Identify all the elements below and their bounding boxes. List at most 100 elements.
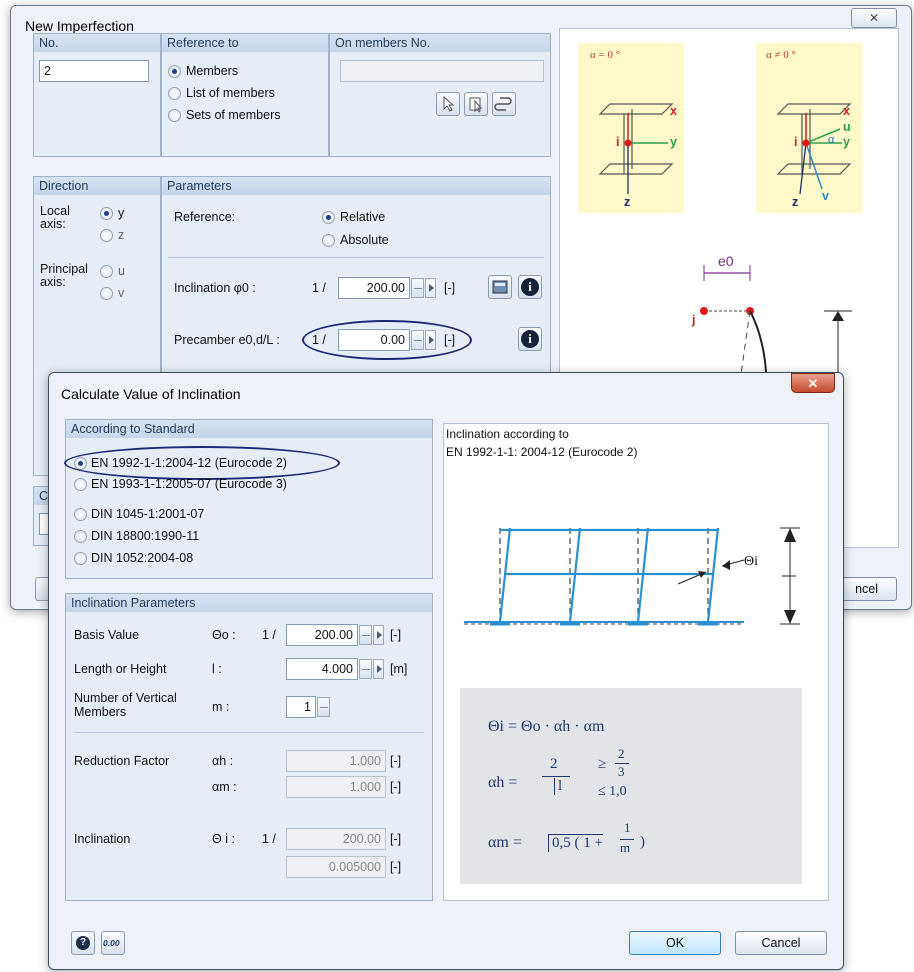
axis-alpha-right: α [828, 134, 835, 146]
close-button[interactable]: ✕ [791, 373, 835, 393]
inclination-arrow[interactable] [425, 278, 436, 298]
theta-i-figure-label: Θi [744, 554, 758, 569]
link-icon [494, 97, 512, 111]
radio-relative[interactable] [322, 211, 335, 224]
vertical-members-label: Number of Vertical Members [74, 691, 177, 719]
axis-u-right: u [843, 120, 851, 134]
radio-list-label: List of members [186, 86, 275, 100]
close-button[interactable]: ✕ [851, 8, 897, 28]
radio-din1052[interactable] [74, 552, 87, 565]
help-icon: ? [76, 936, 90, 950]
radio-sets-of-members[interactable] [168, 109, 181, 122]
alpha-m-expr: 0,5 ( 1 + [548, 834, 603, 852]
length-input[interactable]: 4.000 [286, 658, 358, 680]
alpha-m-close: ) [640, 834, 645, 850]
axis-y-left: y [670, 135, 677, 149]
calculate-inclination-button[interactable] [488, 275, 512, 299]
alpha-h-le: ≤ 1,0 [598, 784, 627, 799]
front-dialog-title: Calculate Value of Inclination [61, 386, 241, 402]
select-member-button[interactable] [464, 92, 488, 116]
length-unit: [m] [390, 662, 408, 676]
standard-group: According to Standard EN 1992-1-1:2004-1… [64, 419, 433, 579]
reference-group-header: Reference to [162, 34, 328, 52]
radio-din1045[interactable] [74, 508, 87, 521]
din18800-label: DIN 18800:1990-11 [91, 529, 200, 543]
zero-values-icon: 0.00 [103, 938, 120, 948]
formula-box: Θi = Θo · αh · αm αh = 2 l ≥ 2 3 ≤ 1,0 α… [460, 688, 802, 884]
radio-members[interactable] [168, 65, 181, 78]
axis-z-right: z [792, 195, 799, 209]
radio-principal-v[interactable] [100, 287, 113, 300]
calculator-icon [492, 280, 508, 294]
ok-button[interactable]: OK [629, 931, 721, 955]
basis-value-input[interactable]: 200.00 [286, 624, 358, 646]
info-icon: i [521, 278, 539, 296]
theta-i-decimal-output: 0.005000 [286, 856, 386, 878]
axis-v-right: v [822, 189, 829, 203]
params-separator [74, 732, 424, 733]
on-members-group: On members No. [329, 33, 551, 157]
inclination-info-button[interactable]: i [518, 275, 542, 299]
basis-value-label: Basis Value [74, 628, 140, 642]
help-button[interactable]: ? [71, 931, 95, 955]
length-arrow[interactable] [373, 659, 384, 679]
precamber-info-button[interactable]: i [518, 327, 542, 351]
radio-local-z[interactable] [100, 229, 113, 242]
alpha-h-symbol: αh : [212, 754, 234, 768]
basis-arrow[interactable] [373, 625, 384, 645]
radio-members-label: Members [186, 64, 239, 78]
alpha-h-unit: [-] [390, 754, 402, 768]
radio-en1993[interactable] [74, 478, 87, 491]
axis-y-right: y [843, 135, 850, 149]
zero-values-button[interactable]: 0.00 [101, 931, 125, 955]
alpha-h-output: 1.000 [286, 750, 386, 772]
node-i-left: i [616, 135, 620, 149]
axis-x-left: x [670, 104, 677, 118]
members-input[interactable] [340, 60, 544, 82]
vertical-members-input[interactable]: 1 [286, 696, 316, 718]
radio-principal-u[interactable] [100, 265, 113, 278]
alpha-h-ge-num: 2 [618, 746, 625, 761]
theta-i-unit: [-] [390, 832, 402, 846]
principal-v-label: v [118, 286, 125, 300]
alpha-h-den: l [554, 778, 562, 795]
length-symbol: l : [212, 662, 222, 676]
reduction-factor-label: Reduction Factor [74, 754, 170, 768]
formula-theta-i: Θi = Θo · αh · αm [488, 718, 605, 735]
en1992-highlight [64, 446, 340, 480]
cancel-button[interactable]: Cancel [735, 931, 827, 955]
inclination-spinner[interactable] [411, 278, 424, 298]
precamber-highlight [302, 320, 472, 360]
no-group-header: No. [34, 34, 160, 52]
principal-axis-label: Principal axis: [40, 262, 88, 289]
principal-u-label: u [118, 264, 125, 278]
radio-absolute[interactable] [322, 234, 335, 247]
alpha-h-ge-den: 3 [618, 764, 625, 779]
alpha-m-frac-den: m [620, 840, 631, 855]
relative-label: Relative [340, 210, 386, 224]
alpha-m-unit: [-] [390, 780, 402, 794]
length-spinner[interactable] [359, 659, 372, 679]
din1052-label: DIN 1052:2004-08 [91, 551, 194, 565]
alpha-h-lhs: αh = [488, 774, 518, 791]
inclination-input[interactable]: 200.00 [338, 277, 410, 299]
inclination-parameters-group: Inclination Parameters Basis Value Θo : … [65, 593, 433, 901]
arrow-right-icon [377, 631, 382, 639]
vertical-members-spinner[interactable] [317, 697, 330, 717]
inclination-result-label: Inclination [74, 832, 131, 846]
link-member-button[interactable] [492, 92, 516, 116]
inclination-prefix: 1 / [312, 281, 326, 295]
radio-din18800[interactable] [74, 530, 87, 543]
theta-i-prefix: 1 / [262, 832, 276, 846]
reference-group: Reference to Members List of members Set… [161, 33, 329, 157]
radio-sets-label: Sets of members [186, 108, 281, 122]
pick-member-button[interactable] [436, 92, 460, 116]
number-input[interactable]: 2 [39, 60, 149, 82]
radio-list-of-members[interactable] [168, 87, 181, 100]
inclination-label: Inclination φ0 : [174, 281, 256, 295]
inclination-unit: [-] [444, 281, 456, 295]
basis-spinner[interactable] [359, 625, 372, 645]
alpha-h-fraction-bar [542, 776, 570, 777]
radio-local-y[interactable] [100, 207, 113, 220]
on-members-header: On members No. [330, 34, 550, 52]
